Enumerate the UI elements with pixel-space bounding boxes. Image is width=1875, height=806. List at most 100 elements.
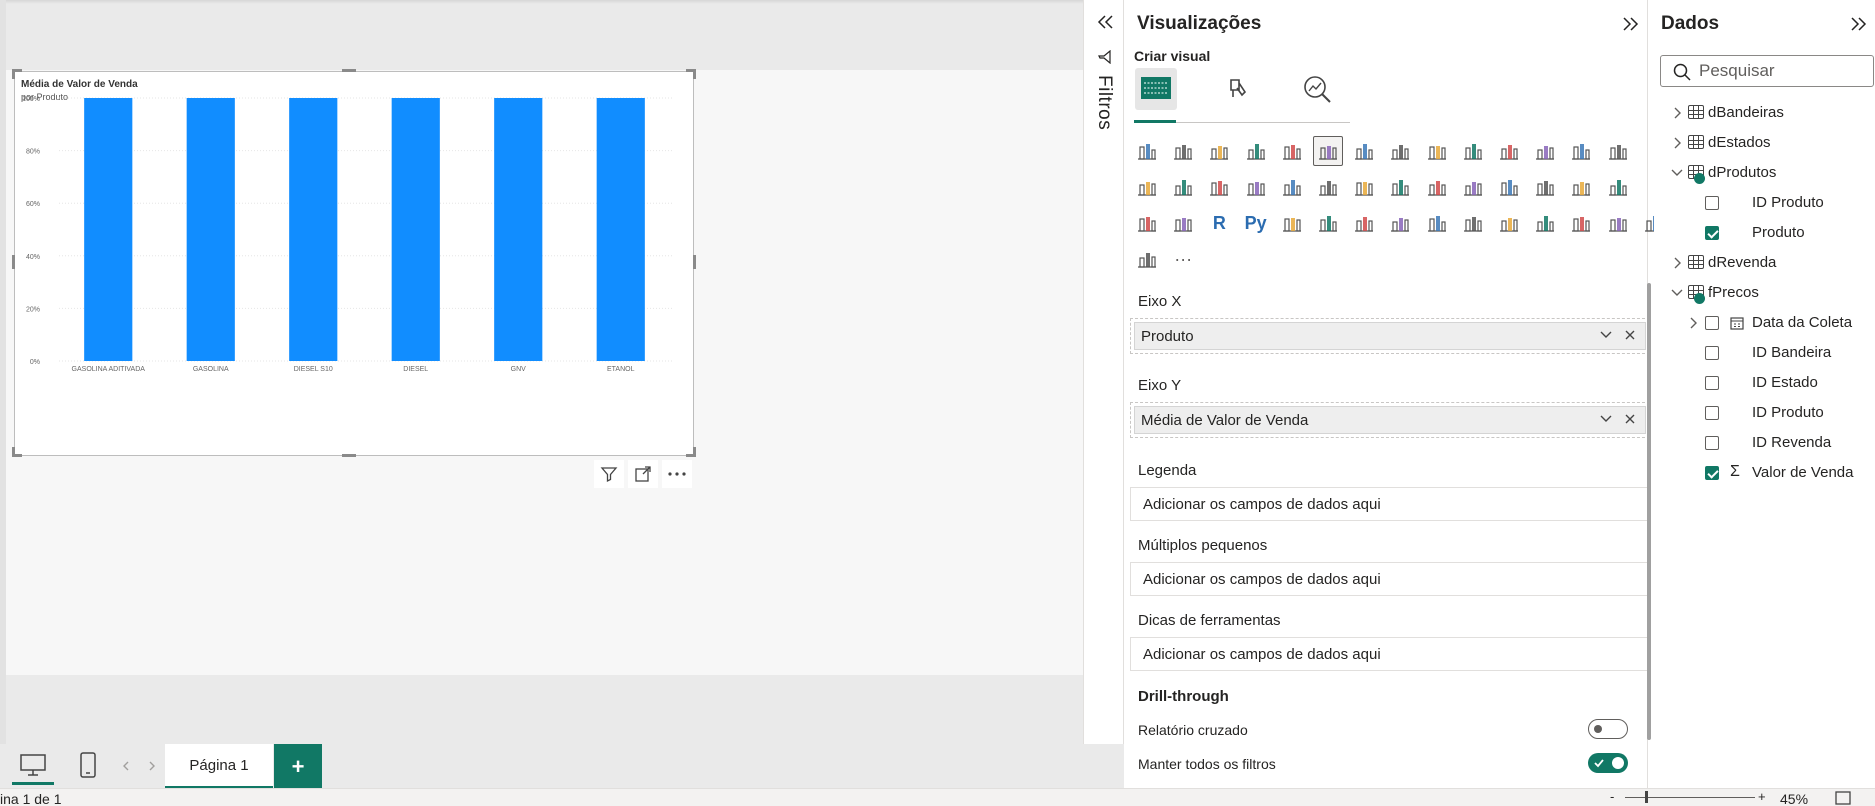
treemap-icon[interactable] [1277,172,1307,202]
power-automate-icon[interactable] [1530,208,1560,238]
table-dProdutos[interactable]: dProdutos [1654,161,1875,185]
filters-label[interactable]: Filtros [1093,75,1115,130]
remove-field-y-icon[interactable] [1623,412,1637,426]
metrics-icon[interactable] [1422,208,1452,238]
power-apps-icon[interactable] [1494,208,1524,238]
cross-report-toggle[interactable] [1588,719,1628,739]
map-icon[interactable] [1313,172,1343,202]
fit-to-page-icon[interactable] [1835,791,1851,805]
line-clustered-column-icon[interactable] [1494,136,1524,166]
card-icon[interactable] [1494,172,1524,202]
clustered-bar-icon[interactable] [1204,136,1234,166]
chevron-right-icon[interactable] [1673,107,1683,119]
zoom-out-button[interactable]: - [1610,789,1614,804]
remove-field-x-icon[interactable] [1623,328,1637,342]
page-tab-pagina-1[interactable]: Página 1 [165,744,273,789]
chevron-right-icon[interactable] [1689,317,1699,329]
resize-handle-top-right-v[interactable] [693,69,696,79]
field-produto[interactable]: Produto [1654,221,1875,245]
field-id-produto[interactable]: ID Produto [1654,191,1875,215]
key-influencers-icon[interactable] [1277,208,1307,238]
field-valor-de-venda[interactable]: Σ Valor de Venda [1654,461,1875,485]
resize-handle-right[interactable] [693,255,696,269]
field-id-bandeira[interactable]: ID Bandeira [1654,341,1875,365]
shape-map-icon[interactable] [1385,172,1415,202]
chevron-right-icon[interactable] [1673,137,1683,149]
add-page-button[interactable]: + [274,744,322,789]
stacked-bar-icon[interactable] [1132,136,1162,166]
chevron-right-icon[interactable] [1673,257,1683,269]
field-checkbox[interactable] [1705,346,1719,360]
chevron-visual-icon[interactable] [1132,244,1162,274]
pie-chart-icon[interactable] [1204,172,1234,202]
mobile-view-icon[interactable] [80,752,96,778]
visualizations-scrollbar[interactable] [1647,283,1651,740]
filters-pane-collapsed[interactable]: Filtros [1083,0,1124,744]
bar-gnv[interactable] [494,98,543,361]
bar-gasolina-aditivada[interactable] [84,98,133,361]
chevron-down-icon[interactable] [1671,288,1683,298]
field-checkbox[interactable] [1705,436,1719,450]
gauge-icon[interactable] [1458,172,1488,202]
clustered-column-icon[interactable] [1241,136,1271,166]
field-checkbox[interactable] [1705,406,1719,420]
y-axis-field[interactable]: Média de Valor de Venda [1134,406,1646,434]
100-stacked-area-icon[interactable] [1458,136,1488,166]
table-icon[interactable] [1132,208,1162,238]
resize-handle-top-left-v[interactable] [12,69,15,79]
field-checkbox[interactable] [1705,466,1719,480]
next-page-chevron-icon[interactable] [148,760,156,772]
keep-filters-toggle[interactable] [1588,753,1628,773]
field-data-da-coleta[interactable]: Data da Coleta [1654,311,1875,335]
tooltips-well[interactable]: Adicionar os campos de dados aqui [1130,637,1650,671]
chevron-down-icon[interactable] [1599,412,1613,426]
line-stacked-column-icon[interactable] [1530,136,1560,166]
bar-chart-visual[interactable]: Média de Valor de Venda por Produto 0% 20… [14,71,694,456]
x-axis-field[interactable]: Produto [1134,322,1646,350]
search-input[interactable]: Pesquisar [1660,55,1874,87]
matrix-icon[interactable] [1168,208,1198,238]
resize-handle-bottom-left-v[interactable] [12,447,15,457]
small-multiples-well[interactable]: Adicionar os campos de dados aqui [1130,562,1650,596]
table-fPrecos[interactable]: fPrecos [1654,281,1875,305]
slicer-icon[interactable] [1603,172,1633,202]
table-dBandeiras[interactable]: dBandeiras [1654,101,1875,125]
resize-handle-bottom[interactable] [342,454,356,457]
funnel-chart-icon[interactable] [1132,172,1162,202]
bar-diesel[interactable] [391,98,440,361]
field-checkbox[interactable] [1705,316,1719,330]
chevron-down-icon[interactable] [1671,168,1683,178]
100-stacked-bar-icon[interactable] [1277,136,1307,166]
paginated-report-icon[interactable] [1458,208,1488,238]
filled-map-icon[interactable] [1349,172,1379,202]
bar-gasolina[interactable] [186,98,235,361]
desktop-view-icon[interactable] [20,754,46,776]
collapse-double-chevron-left-icon[interactable] [1096,14,1114,30]
image-icon[interactable] [1566,208,1596,238]
decomposition-tree-icon[interactable] [1313,208,1343,238]
r-visual-icon[interactable]: R [1204,208,1234,238]
x-axis-well[interactable]: Produto [1130,318,1650,354]
field-id-estado[interactable]: ID Estado [1654,371,1875,395]
field-checkbox[interactable] [1705,226,1719,240]
multi-row-card-icon[interactable] [1530,172,1560,202]
tab-analytics[interactable] [1297,68,1339,110]
field-checkbox[interactable] [1705,376,1719,390]
expand-double-chevron-right-icon[interactable] [1850,16,1868,32]
area-chart-icon[interactable] [1385,136,1415,166]
zoom-in-button[interactable]: + [1758,789,1766,804]
azure-map-icon[interactable] [1422,172,1452,202]
ribbon-chart-icon[interactable] [1566,136,1596,166]
field-id-produto[interactable]: ID Produto [1654,401,1875,425]
filter-visual-button[interactable] [594,460,624,488]
zoom-slider-thumb[interactable] [1645,791,1648,803]
y-axis-well[interactable]: Média de Valor de Venda [1130,402,1650,438]
prev-page-chevron-icon[interactable] [122,760,130,772]
resize-handle-top[interactable] [342,69,356,72]
tab-format-visual[interactable] [1217,68,1259,110]
more-options-button[interactable] [662,460,692,488]
smart-narrative-icon[interactable] [1385,208,1415,238]
donut-chart-icon[interactable] [1241,172,1271,202]
chevron-down-icon[interactable] [1599,328,1613,342]
stacked-column-icon[interactable] [1168,136,1198,166]
